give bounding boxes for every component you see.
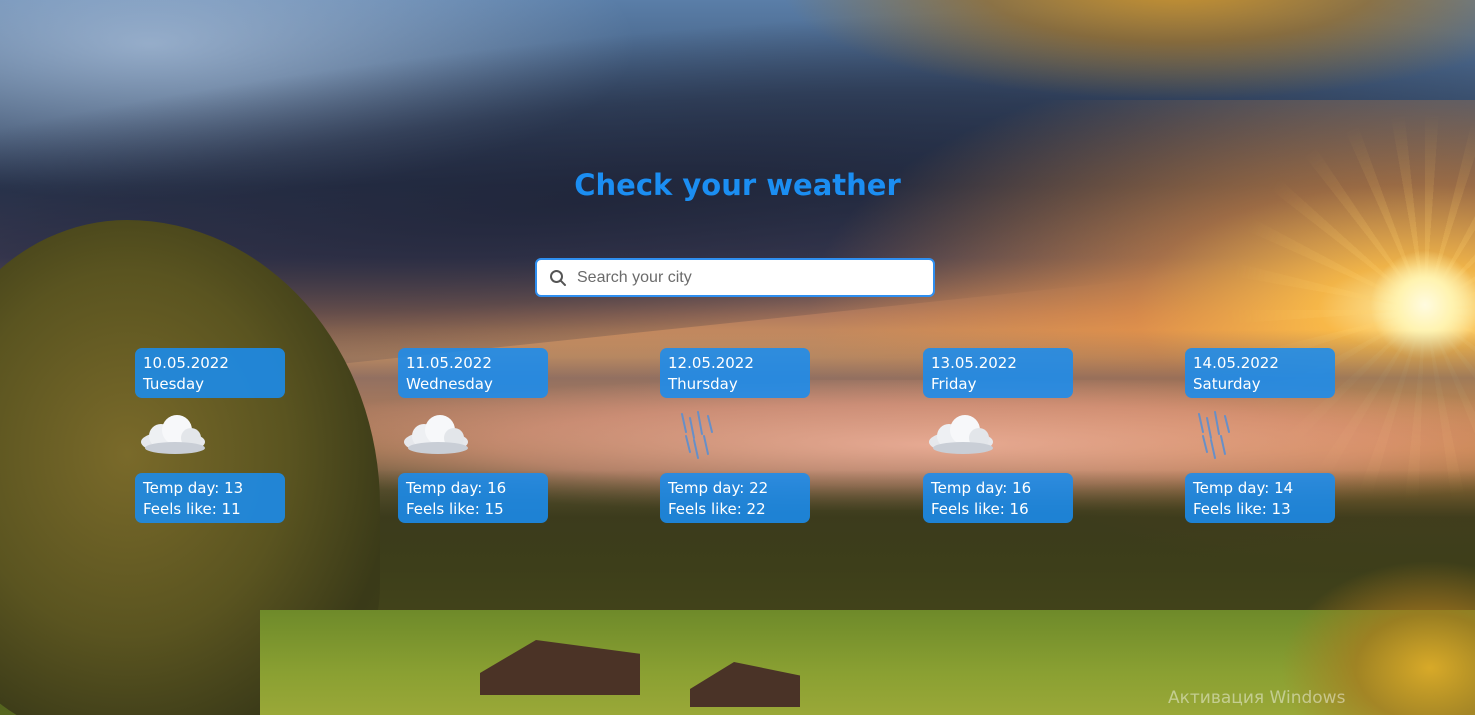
forecast-day: 13.05.2022 Friday Temp day: 16 Feels lik… xyxy=(923,348,1073,524)
forecast-weekday: Thursday xyxy=(668,375,738,393)
search-icon xyxy=(549,269,567,287)
cloudy-icon xyxy=(923,408,1003,464)
search-input[interactable] xyxy=(577,262,907,293)
date-card: 11.05.2022 Wednesday xyxy=(398,348,548,398)
rain-icon xyxy=(660,408,740,464)
temperature-card: Temp day: 13 Feels like: 11 xyxy=(135,473,285,523)
forecast-day: 14.05.2022 Saturday Temp day: 14 Feels l… xyxy=(1185,348,1335,524)
date-card: 13.05.2022 Friday xyxy=(923,348,1073,398)
forecast-day: 10.05.2022 Tuesday Temp day: 13 Feels li… xyxy=(135,348,285,524)
temperature-card: Temp day: 16 Feels like: 16 xyxy=(923,473,1073,523)
forecast-date: 14.05.2022 xyxy=(1193,354,1279,372)
rain-icon xyxy=(1185,408,1265,464)
temperature-card: Temp day: 22 Feels like: 22 xyxy=(660,473,810,523)
feels-like: Feels like: 22 xyxy=(668,500,766,518)
forecast-date: 13.05.2022 xyxy=(931,354,1017,372)
windows-activation-watermark: Активация Windows xyxy=(1168,688,1346,708)
temp-day: Temp day: 13 xyxy=(143,479,244,497)
forecast-weekday: Tuesday xyxy=(143,375,205,393)
temp-day: Temp day: 16 xyxy=(406,479,507,497)
page-title: Check your weather xyxy=(574,168,901,202)
cloudy-icon xyxy=(398,408,478,464)
temperature-card: Temp day: 14 Feels like: 13 xyxy=(1185,473,1335,523)
date-card: 12.05.2022 Thursday xyxy=(660,348,810,398)
forecast-weekday: Saturday xyxy=(1193,375,1261,393)
temp-day: Temp day: 16 xyxy=(931,479,1032,497)
forecast-date: 10.05.2022 xyxy=(143,354,229,372)
forecast-date: 12.05.2022 xyxy=(668,354,754,372)
temperature-card: Temp day: 16 Feels like: 15 xyxy=(398,473,548,523)
feels-like: Feels like: 11 xyxy=(143,500,241,518)
cloudy-icon xyxy=(135,408,215,464)
temp-day: Temp day: 22 xyxy=(668,479,769,497)
date-card: 14.05.2022 Saturday xyxy=(1185,348,1335,398)
forecast-day: 12.05.2022 Thursday Temp day: 22 Feels l… xyxy=(660,348,810,524)
feels-like: Feels like: 13 xyxy=(1193,500,1291,518)
forecast-date: 11.05.2022 xyxy=(406,354,492,372)
date-card: 10.05.2022 Tuesday xyxy=(135,348,285,398)
temp-day: Temp day: 14 xyxy=(1193,479,1294,497)
feels-like: Feels like: 16 xyxy=(931,500,1029,518)
search-bar[interactable] xyxy=(535,258,935,297)
forecast-weekday: Friday xyxy=(931,375,977,393)
forecast-day: 11.05.2022 Wednesday Temp day: 16 Feels … xyxy=(398,348,548,524)
forecast-weekday: Wednesday xyxy=(406,375,493,393)
feels-like: Feels like: 15 xyxy=(406,500,504,518)
